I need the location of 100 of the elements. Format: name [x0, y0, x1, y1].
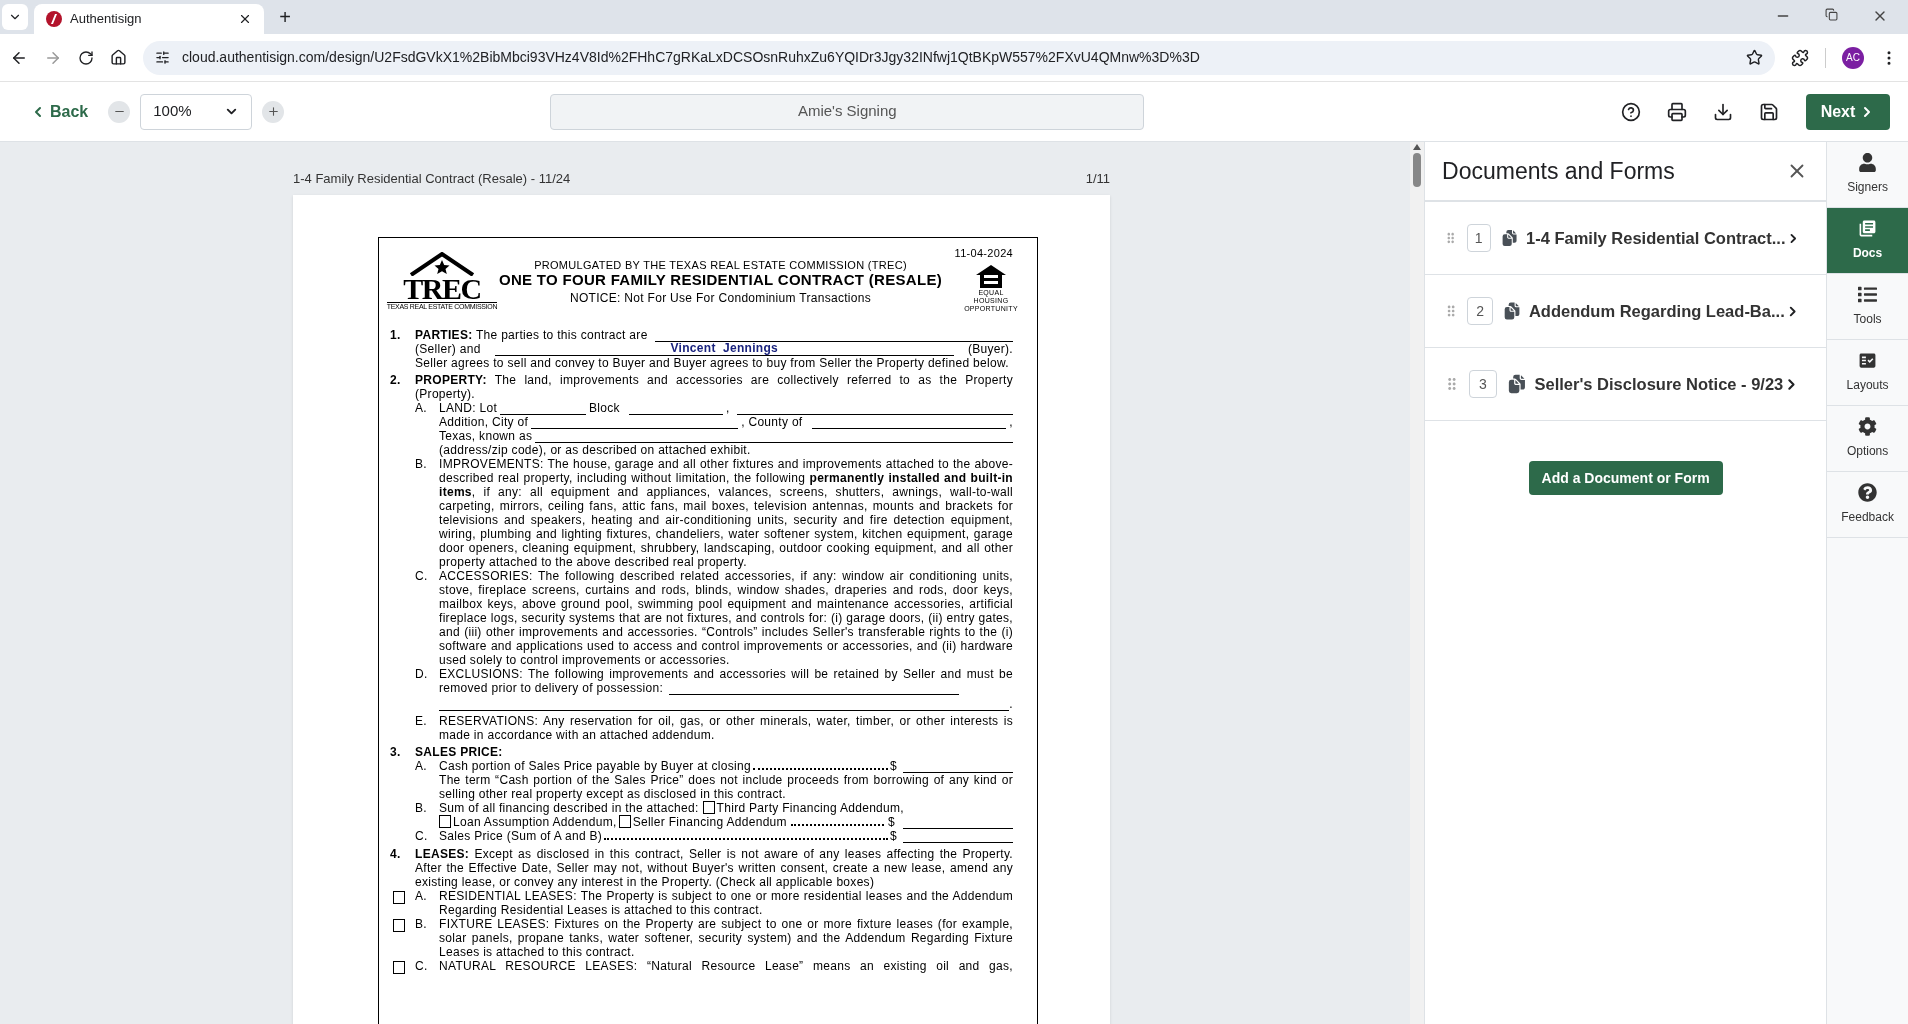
item-letter: C.: [415, 568, 429, 585]
currency-symbol: $: [888, 814, 895, 829]
item-letter: B.: [415, 916, 428, 933]
zoom-select[interactable]: 100%: [140, 93, 253, 130]
settings-icon: [1858, 417, 1878, 436]
panel-title: Documents and Forms: [1442, 156, 1675, 186]
bookmark-star-icon[interactable]: [1746, 49, 1763, 66]
scrollbar-thumb[interactable]: [1413, 153, 1422, 187]
document-title: 1-4 Family Residential Contract (Resale) - 11/24: [293, 170, 571, 188]
form-date: 11-04-2024: [954, 245, 1013, 260]
checkbox[interactable]: [702, 801, 715, 814]
paragraph-text: RESERVATIONS: Any reservation for oil, gas, or other minerals, water, timber, or other interests is made in accordance with an attached addendum.: [439, 713, 1013, 742]
section-number: 3.: [390, 744, 402, 761]
paragraph-text: ACCESSORIES: The following described related accessories, if any: window air conditioning units, stove, fireplace screens, curtains and rods, blinds, window shades, draperies and rods, door keys, mailbox keys, above ground pool, swimming pool equipment and maintenance accessories, artificial fireplace logs, security systems that are not fixtures, and controls for: (i) garage doors, (ii) entry gates, and (iii) other improvements and accessories. “Controls” includes Seller's transferable rights to the (i) software and applications used to access and control improvements or accessories, and (ii) hardware used solely to control improvements or accessories.: [439, 568, 1013, 667]
item-letter: B.: [415, 800, 428, 817]
document-item[interactable]: 2 Addendum Regarding Lead-Ba...: [1425, 275, 1827, 348]
browser-tab[interactable]: Authentisign: [34, 4, 264, 34]
sidebar-tab[interactable]: Layouts: [1827, 340, 1908, 406]
document-name: 1-4 Family Residential Contract...: [1526, 227, 1786, 249]
checkbox[interactable]: [393, 960, 405, 974]
close-icon[interactable]: [238, 12, 252, 26]
block-label: Block: [589, 400, 620, 415]
paragraph-text: Seller agrees to sell and convey to Buyer and Buyer agrees to buy from Seller the Property defined below.: [415, 355, 1009, 370]
address-bar[interactable]: cloud.authentisign.com/design/U2FsdGVkX1%2BibMbci93VHz4V8Id%2FHhC7gRKaLxDCSOsnRuhxZu6YQIDr3Jgy32INfwj1QtBKpW557%2FXvU4QMnw%3D%3D: [143, 40, 1775, 75]
reload-icon[interactable]: [78, 49, 94, 66]
save-icon[interactable]: [1759, 101, 1779, 122]
help-icon: [1858, 483, 1878, 502]
paragraph-text: FIXTURE LEASES: Fixtures on the Property are subject to one or more fixture leases (for example, solar panels, propane tanks, water softener, security system) and the Addendum Regarding Fixture Leases is attached to this contract.: [439, 916, 1013, 959]
section-text: PARTIES: The parties to this contract are: [415, 327, 648, 342]
zoom-in-button[interactable]: [262, 100, 285, 123]
paragraph-text: RESIDENTIAL LEASES: The Property is subject to one or more residential leases and the Addendum Regarding Residential Leases is attached to this contract.: [439, 888, 1013, 917]
scrollbar-track[interactable]: [1410, 142, 1425, 1024]
signing-name-field[interactable]: Amie's Signing: [550, 93, 1145, 130]
comma-text: ,: [725, 400, 730, 415]
list-icon: [1858, 285, 1878, 304]
item-letter: C.: [415, 958, 429, 975]
document-name: Addendum Regarding Lead-Ba...: [1528, 300, 1785, 322]
item-letter: A.: [415, 400, 427, 417]
checkbox[interactable]: [439, 815, 451, 828]
item-letter: B.: [415, 456, 428, 473]
print-icon[interactable]: [1667, 101, 1687, 122]
document-number: 2: [1467, 297, 1493, 325]
sidebar-tab[interactable]: Feedback: [1827, 472, 1908, 538]
document-number: 3: [1468, 370, 1497, 398]
currency-symbol: $: [890, 758, 897, 773]
paragraph-text: (address/zip code), or as described on attached exhibit.: [439, 442, 752, 457]
option-label: Loan Assumption Addendum,: [453, 814, 617, 829]
sidebar-tab[interactable]: Options: [1827, 406, 1908, 472]
seller-label: (Seller) and: [415, 341, 481, 356]
item-letter: E.: [415, 713, 428, 730]
section-number: 2.: [390, 372, 402, 389]
profile-avatar[interactable]: AC: [1842, 46, 1864, 69]
section-text: PROPERTY: The land, improvements and accessories are collectively referred to as the Property (Property).: [415, 372, 1013, 401]
item-letter: A.: [415, 888, 427, 905]
sidebar-tab[interactable]: Docs: [1827, 208, 1908, 274]
paragraph-text: EXCLUSIONS: The following improvements and accessories will be retained by Seller and must be removed prior to delivery of possession:: [439, 666, 1013, 695]
next-button[interactable]: Next: [1806, 93, 1890, 130]
app-logo-icon: [46, 11, 62, 27]
user-icon: [1858, 153, 1878, 172]
plus-icon: [266, 105, 280, 118]
document-item[interactable]: 1 1-4 Family Residential Contract...: [1425, 202, 1827, 275]
paragraph-text: IMPROVEMENTS: The house, garage and all other fixtures and improvements attached to the above-described real property, including without limitation, the following permanently installed and built-in items, if any: all equipment and appliances, valances, screens, shutters, awnings, wall-to-wall carpeting, mirrors, ceiling fans, attic fans, mail boxes, television antennas, mounts and brackets for televisions and speakers, heating and air-conditioning units, security and fire detection equipment, wiring, plumbing and lighting fixtures, chandeliers, water softener system, kitchen equipment, garage door openers, cleaning equipment, shrubbery, landscaping, outdoor cooking equipment, and all other property attached to the above described real property.: [439, 456, 1013, 569]
county-label: , County of: [741, 414, 803, 429]
item-letter: A.: [415, 758, 428, 775]
documents-icon: [1500, 228, 1518, 248]
document-item[interactable]: 3 Seller's Disclosure Notice - 9/23: [1425, 348, 1827, 421]
lot-label: LAND: Lot: [439, 400, 498, 415]
download-icon[interactable]: [1713, 101, 1733, 122]
section-text: LEASES: Except as disclosed in this contract, Seller is not aware of any leases affecting the Property. After the Effective Date, Seller may not, without Buyer's written consent, create a new lease, amend any existing lease, or convey any interest in the Property. (Check all applicable boxes): [415, 846, 1013, 889]
add-document-button[interactable]: Add a Document or Form: [1528, 461, 1723, 495]
documents-icon: [1502, 301, 1521, 321]
buyer-name-field[interactable]: Vincent Jennings: [494, 341, 954, 356]
period-text: .: [1009, 696, 1013, 711]
comma-text: ,: [1009, 414, 1013, 429]
item-letter: C.: [415, 828, 429, 843]
documents-icon: [1506, 374, 1527, 394]
option-label: Seller Financing Addendum: [632, 814, 787, 829]
extensions-icon[interactable]: [1791, 48, 1809, 67]
document-number: 1: [1466, 224, 1491, 252]
restore-icon[interactable]: [1825, 8, 1838, 21]
currency-symbol: $: [890, 828, 897, 843]
checkbox[interactable]: [618, 815, 631, 828]
section-heading: SALES PRICE:: [415, 744, 504, 759]
city-label: Addition, City of: [439, 414, 529, 429]
site-info-icon[interactable]: [155, 50, 170, 65]
sidebar-tab[interactable]: Tools: [1827, 274, 1908, 340]
home-icon[interactable]: [110, 49, 127, 66]
checkbox[interactable]: [393, 918, 405, 932]
form-title: ONE TO FOUR FAMILY RESIDENTIAL CONTRACT (RESALE): [498, 270, 942, 289]
document-name: Seller's Disclosure Notice - 9/23: [1534, 373, 1784, 395]
scroll-up-arrow-icon[interactable]: [1413, 144, 1422, 150]
section-number: 1.: [390, 327, 402, 344]
item-letter: D.: [415, 666, 429, 683]
help-icon[interactable]: [1621, 101, 1641, 122]
checkbox[interactable]: [393, 890, 405, 904]
documents-icon: [1858, 219, 1878, 238]
new-tab-button[interactable]: +: [272, 4, 298, 30]
notice-text: NOTICE: Not For Use For Condominium Transactions: [569, 290, 872, 305]
back-button[interactable]: Back: [30, 99, 89, 124]
url-text: cloud.authentisign.com/design/U2FsdGVkX1%2BibMbci93VHz4V8Id%2FHhC7gRKaLxDCSOsnRuhxZu6YQIDr3Jgy32INfwj1QtBKpW557%2FXvU4QMnw%3D%3D: [182, 48, 1201, 67]
